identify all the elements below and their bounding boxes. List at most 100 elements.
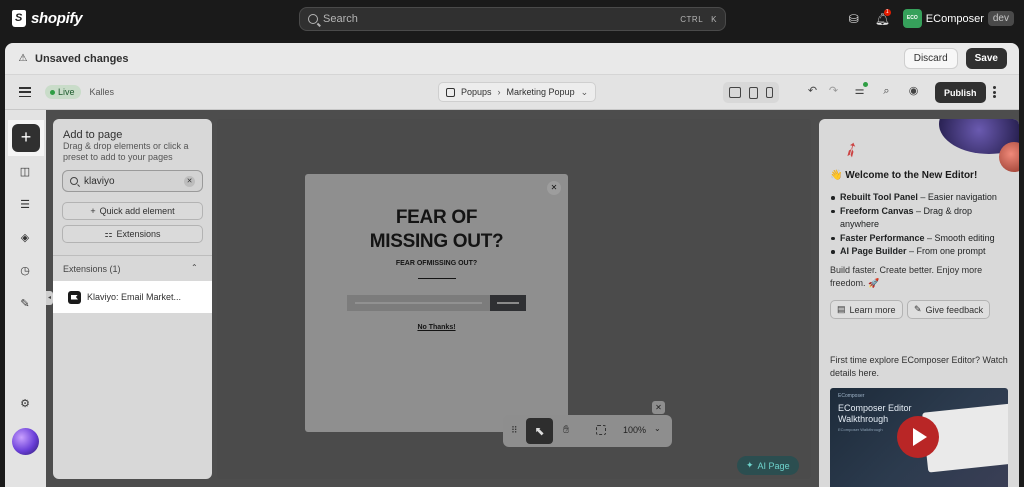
feature-name: AI Page Builder	[840, 246, 907, 256]
sections-icon[interactable]: ◫	[19, 166, 31, 178]
search-icon	[308, 14, 318, 24]
layout-icon[interactable]: ☰	[19, 199, 31, 211]
canvas-floating-toolbar: ⠿ ⬉ ✋︎ 100% ⌄	[503, 415, 672, 447]
warning-icon: ⚠	[18, 52, 28, 64]
ai-page-button[interactable]: ✦ AI Page	[737, 456, 799, 475]
first-time-text: First time explore EComposer Editor? Wat…	[830, 355, 1008, 378]
shopify-search-input[interactable]: Search CTRL K	[299, 7, 726, 31]
extensions-button[interactable]: ⚏ Extensions	[62, 225, 203, 243]
redo-icon[interactable]: ↷	[827, 85, 840, 98]
give-feedback-button[interactable]: ✎ Give feedback	[907, 300, 991, 319]
extension-item-klaviyo[interactable]: Klaviyo: Email Market...	[53, 281, 212, 313]
extensions-section-header[interactable]: Extensions (1)	[63, 264, 121, 274]
inspect-icon[interactable]: ⌕	[880, 85, 893, 98]
chevron-down-icon[interactable]: ⌄	[654, 424, 661, 433]
tagline: Build faster. Create better. Enjoy more …	[830, 265, 983, 288]
discard-button[interactable]: Discard	[903, 48, 958, 69]
rocket-icon: ➶	[838, 136, 865, 164]
feedback-icon: ✎	[914, 304, 922, 314]
more-options-icon[interactable]	[993, 86, 996, 98]
quick-add-button[interactable]: + Quick add element	[62, 202, 203, 220]
preview-eye-icon[interactable]: ◉	[907, 85, 920, 98]
list-item: Freeform Canvas – Drag & drop anywhere	[830, 205, 1010, 232]
drag-handle-icon[interactable]: ⠿	[511, 425, 518, 436]
fit-screen-icon[interactable]	[596, 425, 606, 435]
panel-title: Add to page	[63, 129, 123, 141]
shopify-topbar-actions: ⛁ 🔔︎ 1 ECO EComposer dev	[847, 8, 1014, 28]
shopify-wordmark: shopify	[31, 10, 83, 27]
learn-more-button[interactable]: ▤ Learn more	[830, 300, 903, 319]
popup-no-thanks-link[interactable]: No Thanks!	[305, 324, 568, 331]
extensions-icon: ⚏	[104, 228, 113, 239]
menu-icon[interactable]	[19, 87, 31, 97]
give-feedback-label: Give feedback	[925, 304, 984, 315]
walkthrough-video-thumbnail[interactable]: EComposer EComposer Editor Walkthrough E…	[830, 388, 1008, 487]
shopify-bag-icon	[12, 10, 26, 27]
add-to-page-panel: Add to page Drag & drop elements or clic…	[53, 119, 212, 479]
collapse-panel-handle[interactable]: ◂	[46, 291, 53, 305]
search-shortcut: CTRL K	[680, 15, 717, 24]
list-item: Faster Performance – Smooth editing	[830, 232, 1010, 246]
list-item: Rebuilt Tool Panel – Easier navigation	[830, 191, 1010, 205]
history-icon[interactable]: ◷	[19, 265, 31, 277]
mobile-icon[interactable]	[766, 87, 773, 98]
theme-name: Kalles	[89, 87, 115, 97]
tablet-icon[interactable]	[749, 86, 758, 99]
desktop-icon[interactable]	[729, 87, 741, 98]
store-menu[interactable]: ECO EComposer dev	[902, 9, 1014, 28]
design-brush-icon[interactable]: ✎	[19, 298, 31, 310]
settings-gear-icon[interactable]: ⚙	[19, 398, 31, 410]
popup-divider	[418, 278, 456, 279]
klaviyo-logo-icon	[68, 290, 81, 304]
settings-sliders-icon[interactable]: ⚌	[853, 82, 868, 98]
feature-desc: – From one prompt	[906, 246, 986, 256]
editor-canvas[interactable]: ✕ FEAR OF MISSING OUT? FEAR OFMISSING OU…	[217, 119, 811, 479]
store-name: EComposer	[925, 12, 984, 25]
breadcrumb-current[interactable]: Marketing Popup	[507, 87, 575, 97]
popup-close-icon[interactable]: ✕	[547, 181, 561, 195]
popup-subheadline: FEAR OFMISSING OUT?	[395, 260, 478, 267]
add-element-button[interactable]: +	[8, 120, 44, 156]
ai-page-label: AI Page	[757, 460, 790, 471]
extensions-button-label: Extensions	[116, 229, 161, 239]
publish-button[interactable]: Publish	[935, 82, 986, 103]
popup-submit-button[interactable]	[490, 295, 526, 311]
unsaved-changes-bar: ⚠ Unsaved changes Discard Save	[5, 43, 1019, 75]
element-search-input[interactable]: klaviyo ✕	[62, 170, 203, 192]
hand-pan-icon[interactable]: ✋︎	[563, 424, 569, 437]
unsaved-message: Unsaved changes	[35, 52, 129, 65]
panel-description: Drag & drop elements or click a preset t…	[63, 141, 189, 162]
save-button[interactable]: Save	[965, 48, 1007, 69]
zoom-level[interactable]: 100%	[623, 425, 646, 435]
device-switcher	[723, 82, 779, 103]
chevron-down-icon: ⌄	[580, 86, 589, 97]
breadcrumb-popups[interactable]: Popups	[461, 87, 492, 97]
sparkle-icon: ✦	[746, 460, 754, 470]
notification-bell-icon[interactable]: 🔔︎ 1	[875, 8, 891, 26]
chevron-right-icon: ›	[497, 87, 501, 97]
document-icon: ▤	[837, 304, 846, 314]
shortcut-key: K	[711, 14, 717, 24]
search-placeholder: Search	[323, 13, 358, 25]
shopify-logo[interactable]: shopify	[12, 10, 83, 27]
search-icon	[70, 177, 78, 185]
page-breadcrumb[interactable]: Popups › Marketing Popup ⌄	[438, 82, 597, 102]
live-dot-icon	[50, 89, 55, 95]
layers-icon[interactable]: ◈	[19, 232, 31, 244]
ai-assistant-avatar[interactable]	[12, 428, 39, 455]
chevron-up-icon[interactable]: ⌃	[191, 263, 198, 272]
editor-toolbar: Live Kalles Popups › Marketing Popup ⌄ ↶…	[5, 75, 1019, 110]
panel-divider	[53, 255, 212, 256]
feature-list: Rebuilt Tool Panel – Easier navigation F…	[830, 191, 1010, 259]
clear-search-icon[interactable]: ✕	[184, 175, 195, 187]
marketing-popup-preview[interactable]: ✕ FEAR OF MISSING OUT? FEAR OFMISSING OU…	[305, 174, 568, 432]
popup-email-input[interactable]	[347, 295, 490, 311]
undo-icon[interactable]: ↶	[806, 85, 819, 98]
play-icon[interactable]	[897, 416, 939, 458]
sidekick-icon[interactable]: ⛁	[847, 12, 861, 26]
select-cursor-icon[interactable]: ⬉	[526, 418, 553, 444]
quick-add-label: Quick add element	[99, 206, 175, 216]
feature-desc: – Easier navigation	[917, 192, 997, 202]
floating-bar-close-icon[interactable]: ✕	[652, 401, 665, 414]
left-icon-rail: + ◫ ☰ ◈ ◷ ✎ ⚙	[5, 110, 46, 487]
